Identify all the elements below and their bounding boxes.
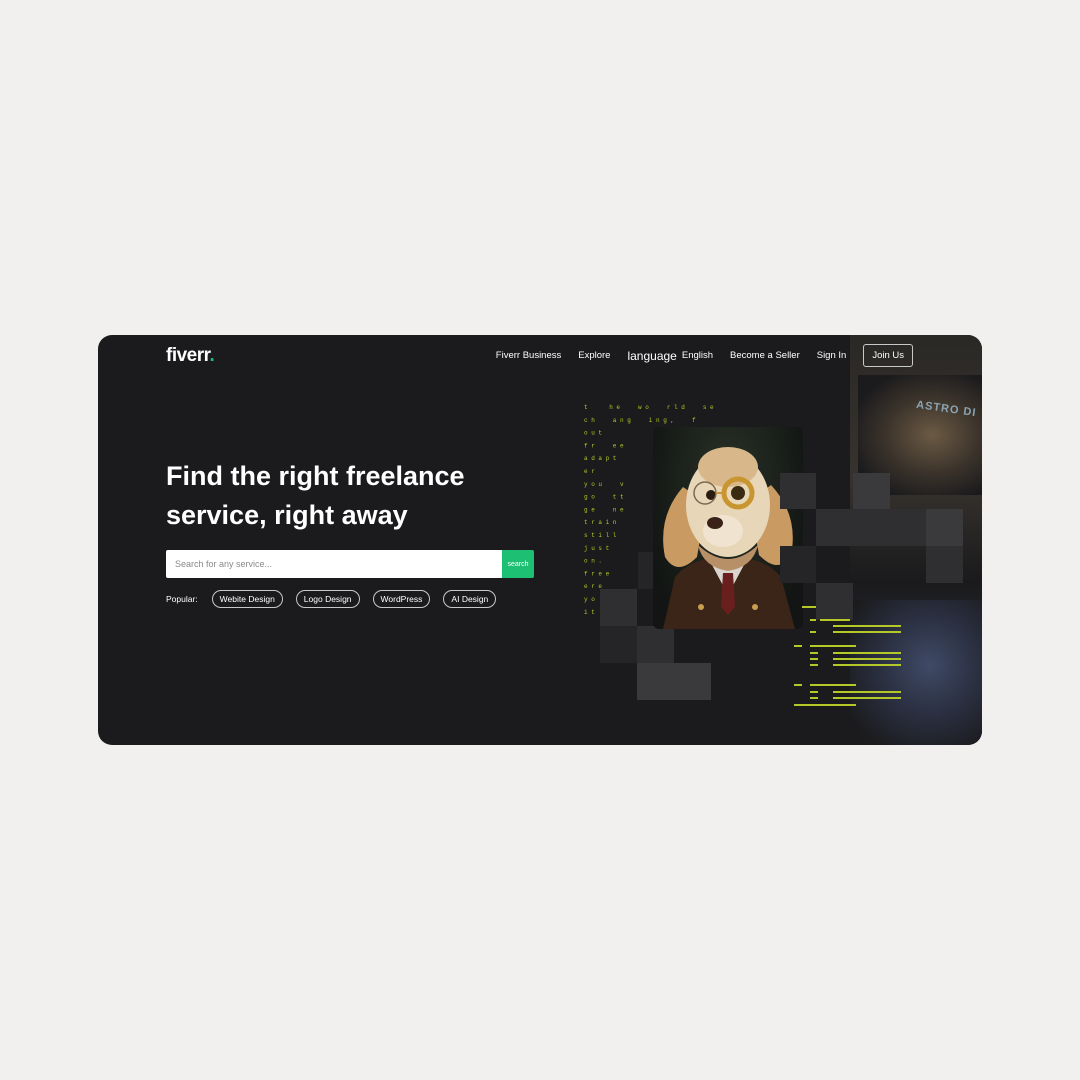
- background-building-image: [858, 375, 982, 495]
- pixel-tile: [638, 552, 674, 589]
- tag-logo-design[interactable]: Logo Design: [295, 590, 360, 608]
- matrix-text-line: a d a p t: [584, 455, 616, 462]
- matrix-text-line: g o t t: [584, 494, 624, 501]
- matrix-text-line: s t i l l: [584, 532, 617, 539]
- code-line: [810, 691, 818, 693]
- pixel-tile: [890, 509, 926, 546]
- pixel-tile: [780, 546, 816, 583]
- top-nav: Fiverr Business Explore language English…: [496, 344, 913, 367]
- matrix-text-line: j u s t: [584, 545, 609, 552]
- search-bar: search: [166, 550, 534, 578]
- tag-website-design[interactable]: Webite Design: [211, 590, 283, 608]
- code-line: [833, 697, 901, 699]
- popular-tags: Popular: Webite Design Logo Design WordP…: [166, 590, 497, 608]
- matrix-text-line: f r e e: [584, 442, 624, 449]
- logo-text: fiverr: [166, 345, 210, 366]
- code-line: [794, 684, 802, 686]
- code-line: [794, 704, 856, 706]
- background-sky-image: [850, 600, 982, 745]
- code-line: [833, 631, 901, 633]
- nav-fiverr-business[interactable]: Fiverr Business: [496, 350, 561, 361]
- nav-explore[interactable]: Explore: [578, 350, 610, 361]
- pixel-tile: [637, 626, 674, 663]
- code-line: [833, 691, 901, 693]
- join-button[interactable]: Join Us: [863, 344, 913, 367]
- tag-ai-design[interactable]: AI Design: [443, 590, 497, 608]
- background-panel: [850, 335, 982, 745]
- matrix-text-line: t h e w o r l d s e: [584, 404, 714, 411]
- code-line: [810, 619, 816, 621]
- matrix-text-line: i t: [584, 609, 595, 616]
- pixel-tile: [600, 589, 637, 626]
- fiverr-logo[interactable]: fiverr.: [166, 345, 215, 367]
- pixel-tile: [637, 663, 711, 700]
- pixel-tile: [816, 583, 853, 620]
- code-line: [833, 625, 901, 627]
- code-line: [810, 652, 818, 654]
- dog-portrait-image: [653, 427, 803, 629]
- code-line: [810, 645, 856, 647]
- code-line: [794, 645, 802, 647]
- pixel-tile: [780, 473, 816, 509]
- code-line: [810, 631, 816, 633]
- matrix-text-line: y o: [584, 596, 595, 603]
- matrix-text-line: o n .: [584, 558, 602, 565]
- language-label: English: [681, 350, 714, 361]
- code-line: [833, 652, 901, 654]
- matrix-text-line: y o u v: [584, 481, 624, 488]
- matrix-text-line: c h a n g i n g , f: [584, 417, 696, 424]
- logo-dot: .: [209, 345, 215, 366]
- hero-card: ASTRO DI t h e w o r l d s e c h a n g i …: [98, 335, 982, 745]
- code-line: [810, 664, 818, 666]
- pixel-tile: [853, 473, 890, 509]
- pixel-tile: [853, 509, 890, 546]
- code-line: [810, 684, 856, 686]
- matrix-text-line: e r e: [584, 583, 602, 590]
- pixel-tile: [926, 509, 963, 546]
- become-seller-link[interactable]: Become a Seller: [730, 350, 800, 361]
- pixel-tile: [926, 546, 963, 583]
- matrix-text-line: o u t: [584, 430, 602, 437]
- dog-illustration: [663, 447, 795, 629]
- pixel-tile: [816, 509, 853, 546]
- language-selector[interactable]: language English: [627, 349, 713, 363]
- matrix-text: t h e w o r l d s e c h a n g i n g , f o …: [584, 404, 714, 616]
- hero-title: Find the right freelance service, right …: [166, 461, 465, 530]
- matrix-text-line: t r a i n: [584, 519, 617, 526]
- sign-in-link[interactable]: Sign In: [817, 350, 847, 361]
- code-line: [810, 697, 818, 699]
- hero-artwork: ASTRO DI t h e w o r l d s e c h a n g i …: [98, 335, 982, 745]
- search-input[interactable]: [166, 550, 502, 578]
- code-line: [820, 619, 850, 621]
- pixel-tile: [600, 626, 637, 663]
- code-line: [802, 606, 816, 608]
- tag-wordpress[interactable]: WordPress: [372, 590, 431, 608]
- code-line: [810, 658, 818, 660]
- code-line: [833, 658, 901, 660]
- language-icon: language: [627, 348, 677, 363]
- code-line: [833, 664, 901, 666]
- banner-text: ASTRO DI: [915, 398, 978, 420]
- popular-label: Popular:: [166, 594, 198, 604]
- matrix-text-line: g e n e: [584, 506, 624, 513]
- search-button[interactable]: search: [502, 550, 534, 578]
- matrix-text-line: f r e e: [584, 570, 610, 577]
- matrix-text-line: e r: [584, 468, 595, 475]
